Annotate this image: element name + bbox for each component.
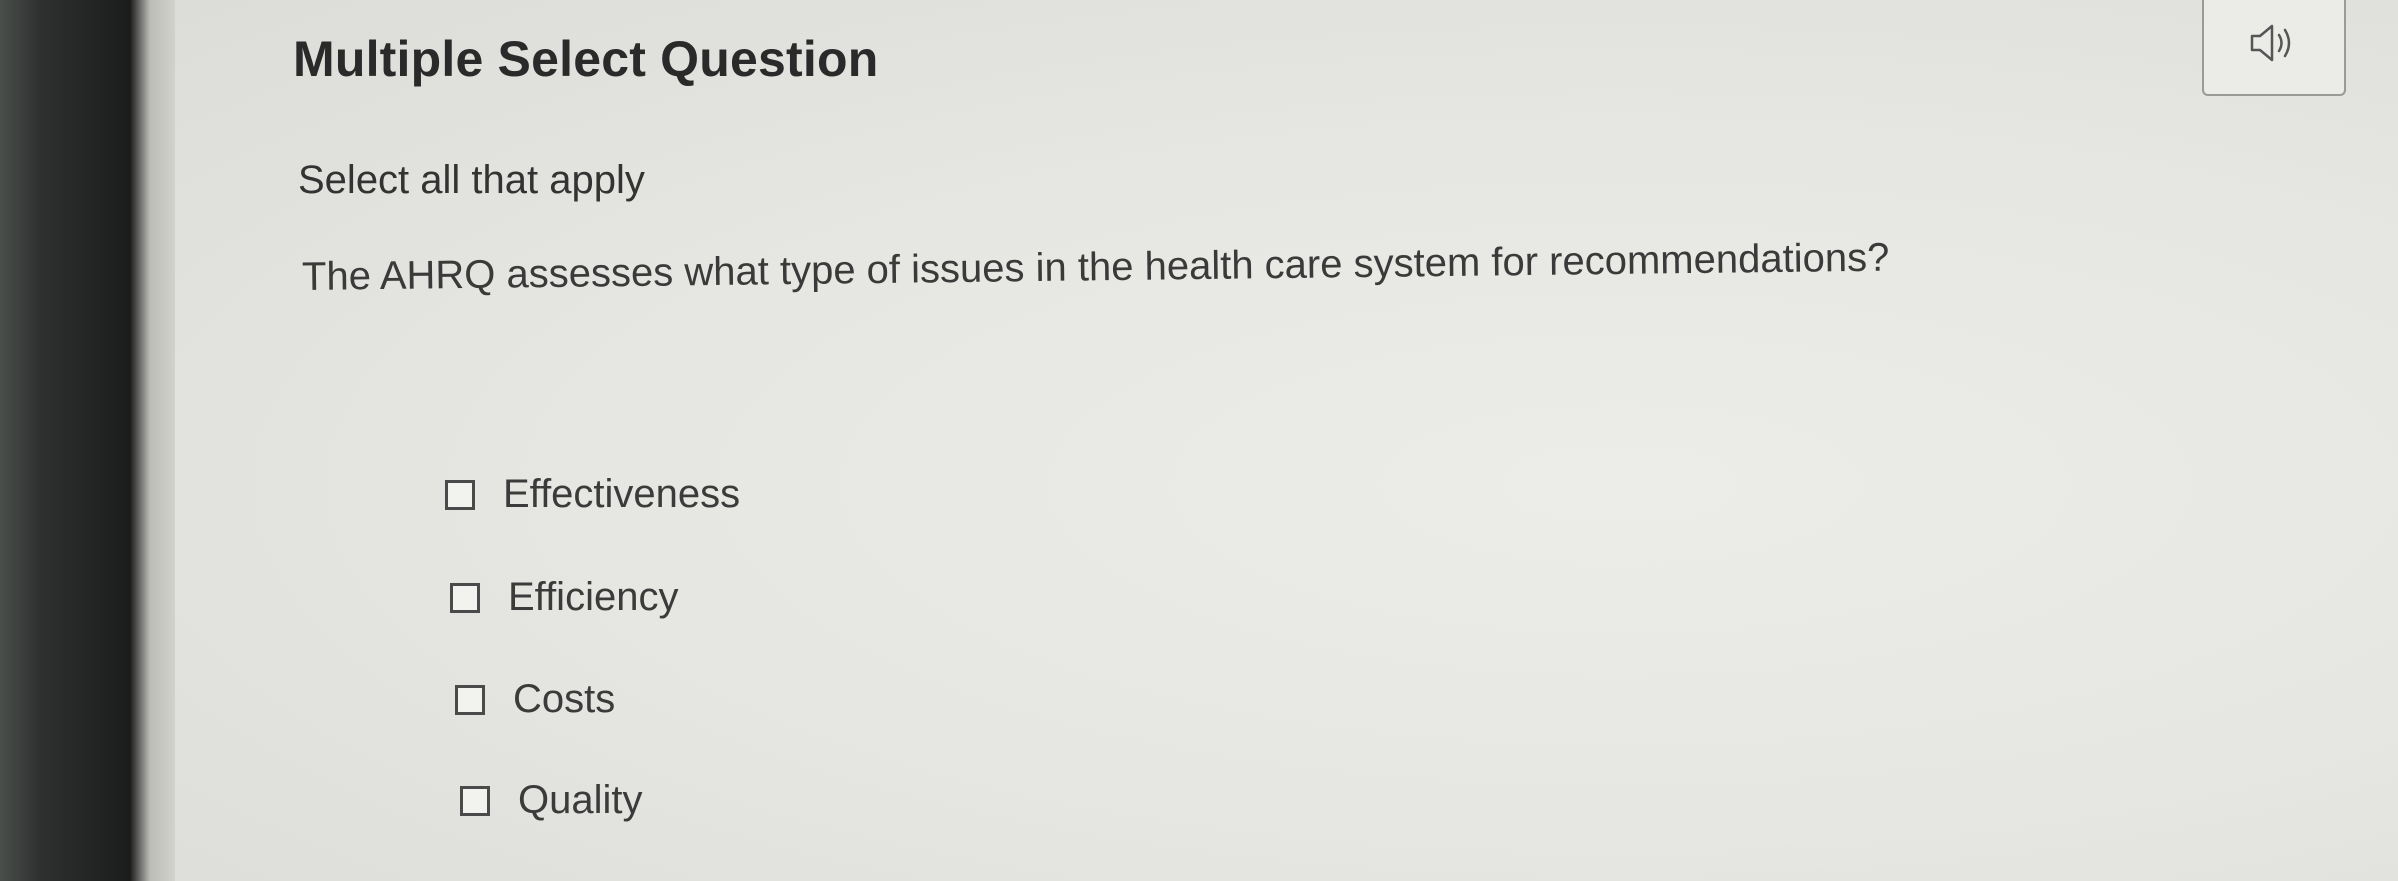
instruction-text: Select all that apply [298,158,645,202]
speaker-icon [2248,22,2300,64]
option-label: Costs [513,677,616,721]
option-label: Quality [518,778,643,822]
checkbox[interactable] [445,479,475,510]
question-prompt: The AHRQ assesses what type of issues in… [301,235,1890,299]
option-effectiveness[interactable]: Effectiveness [445,472,740,517]
option-costs[interactable]: Costs [455,677,615,722]
option-label: Effectiveness [503,472,741,516]
question-type-title: Multiple Select Question [293,31,879,87]
question-panel: Multiple Select Question Select all that… [175,0,2398,881]
option-label: Efficiency [508,575,679,619]
checkbox[interactable] [460,785,490,816]
option-quality[interactable]: Quality [460,778,643,823]
checkbox[interactable] [455,684,485,715]
monitor-bezel [0,0,175,881]
option-efficiency[interactable]: Efficiency [450,575,678,620]
checkbox[interactable] [450,582,480,613]
read-aloud-button[interactable] [2202,0,2346,96]
